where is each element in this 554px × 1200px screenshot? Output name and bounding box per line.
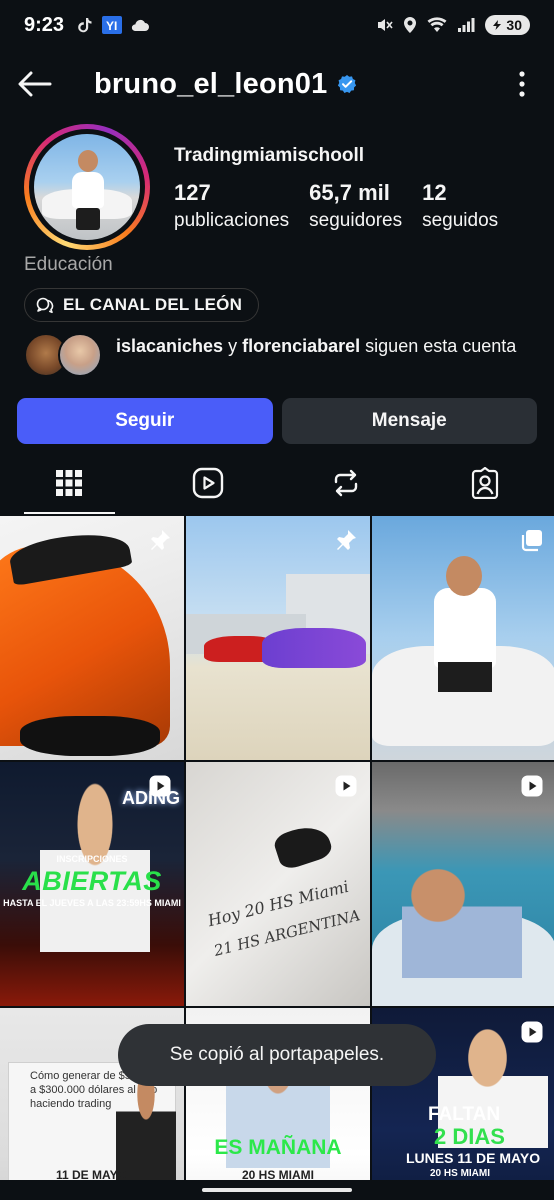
reel-icon	[521, 775, 543, 797]
stat-followers-label: seguidores	[309, 210, 403, 231]
post-caption: FALTAN	[428, 1104, 501, 1125]
follow-button[interactable]: Seguir	[17, 398, 273, 444]
stat-following-label: seguidos	[422, 210, 499, 231]
post-caption-big: 2 DIAS	[434, 1124, 505, 1149]
battery-level: 30	[506, 17, 522, 33]
battery-icon: 30	[485, 15, 530, 35]
followed-by-row[interactable]: islacaniches y florenciabarel siguen est…	[24, 333, 534, 379]
channel-icon	[36, 297, 54, 314]
stat-posts[interactable]: 127 publicaciones	[174, 180, 289, 232]
followed-by-text: islacaniches y florenciabarel siguen est…	[116, 335, 516, 357]
profile-display-name: Tradingmiamischooll	[174, 145, 365, 166]
post-thumbnail[interactable]: Hoy 20 HS Miami 21 HS ARGENTINA	[186, 762, 370, 1006]
back-button[interactable]	[18, 64, 58, 104]
post-caption-small: INSCRIPCIONES	[56, 854, 128, 864]
tab-posts-grid[interactable]	[0, 452, 139, 514]
message-button[interactable]: Mensaje	[281, 398, 537, 444]
followed-by-connector: y	[228, 336, 238, 356]
reposts-icon	[335, 469, 358, 497]
profile-category: Educación	[24, 254, 113, 275]
avatar-photo	[34, 134, 140, 240]
pin-icon	[151, 530, 170, 550]
status-bar: 9:23 YI 30	[0, 0, 554, 50]
system-nav-bar	[0, 1180, 554, 1200]
post-thumbnail[interactable]	[0, 516, 184, 760]
wifi-icon	[427, 17, 447, 32]
signal-icon	[458, 18, 475, 32]
stat-posts-value: 127	[174, 180, 211, 205]
reel-icon	[521, 1021, 543, 1043]
tagged-icon	[471, 467, 498, 499]
post-thumbnail[interactable]	[372, 516, 554, 760]
clipboard-toast: Se copió al portapapeles.	[118, 1024, 436, 1086]
profile-avatar[interactable]	[24, 124, 150, 250]
arrow-left-icon	[18, 71, 52, 97]
mute-icon	[378, 19, 394, 31]
stat-following[interactable]: 12 seguidos	[422, 180, 498, 232]
status-notification-icons: YI	[76, 16, 150, 34]
profile-actions: Seguir Mensaje	[17, 398, 537, 444]
status-time: 9:23	[24, 13, 65, 36]
posts-grid: ADING INSCRIPCIONES ABIERTAS HASTA EL JU…	[0, 516, 554, 1200]
reels-icon	[192, 467, 223, 499]
svg-text:YI: YI	[106, 19, 117, 33]
profile-username: bruno_el_leon01	[94, 67, 328, 100]
profile-header: bruno_el_leon01	[0, 56, 554, 112]
cloud-icon	[131, 19, 150, 31]
grid-icon	[56, 470, 83, 496]
reel-icon	[149, 775, 171, 797]
stat-followers-value: 65,7 mil	[309, 180, 390, 205]
tab-reels[interactable]	[139, 452, 278, 514]
profile-stats: 127 publicaciones 65,7 mil seguidores 12…	[174, 180, 518, 232]
profile-tabs	[0, 452, 554, 514]
pin-icon	[337, 530, 356, 550]
stat-posts-label: publicaciones	[174, 210, 290, 231]
home-gesture-handle[interactable]	[202, 1188, 352, 1192]
followed-by-avatars	[24, 333, 104, 379]
followed-by-suffix: siguen esta cuenta	[365, 336, 517, 356]
post-caption: haciendo trading	[30, 1098, 112, 1110]
post-thumbnail[interactable]: ADING INSCRIPCIONES ABIERTAS HASTA EL JU…	[0, 762, 184, 1006]
carousel-icon	[521, 530, 542, 552]
post-thumbnail[interactable]	[186, 516, 370, 760]
more-options-button[interactable]	[508, 64, 536, 104]
tab-tagged[interactable]	[416, 452, 554, 514]
follower-name-1: islacaniches	[116, 336, 224, 356]
post-caption-small: 20 HS MIAMI	[430, 1168, 491, 1179]
post-caption: LUNES 11 DE MAYO	[406, 1150, 541, 1166]
kebab-menu-icon	[519, 71, 525, 97]
post-thumbnail[interactable]	[372, 762, 554, 1006]
tab-reposts[interactable]	[277, 452, 416, 514]
follower-avatar-2	[58, 333, 102, 377]
tiktok-icon	[78, 18, 92, 33]
location-icon	[404, 17, 417, 33]
post-caption-small: HASTA EL JUEVES A LAS 23:59HS MIAMI	[3, 898, 181, 908]
channel-label: EL CANAL DEL LEÓN	[63, 295, 243, 314]
reel-icon	[335, 775, 357, 797]
post-caption-big: ES MAÑANA	[214, 1136, 342, 1159]
follower-name-2: florenciabarel	[242, 336, 361, 356]
verified-badge-icon	[337, 74, 357, 94]
broadcast-channel-button[interactable]: EL CANAL DEL LEÓN	[24, 288, 260, 322]
yi-icon: YI	[102, 16, 123, 34]
stat-followers[interactable]: 65,7 mil seguidores	[309, 180, 402, 232]
post-caption-big: ABIERTAS	[22, 866, 162, 896]
status-right: 30	[375, 15, 530, 35]
stat-following-value: 12	[422, 180, 447, 205]
